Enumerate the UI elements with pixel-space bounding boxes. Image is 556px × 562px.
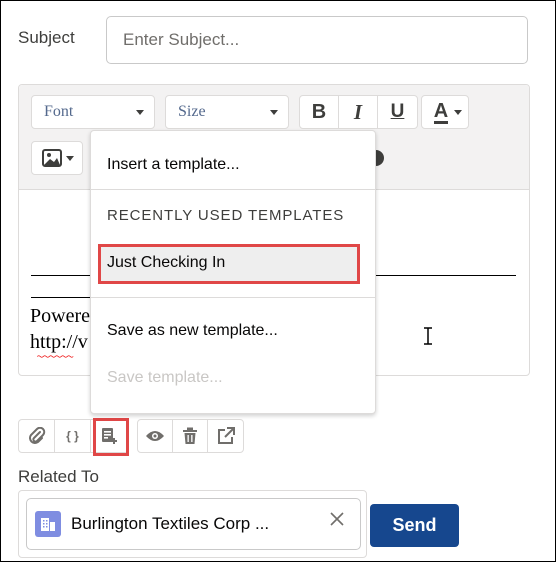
text-cursor-icon [424,327,432,345]
template-button-highlight [93,418,129,456]
related-to-label: Related To [18,467,99,486]
size-select[interactable]: Size [165,95,289,129]
italic-icon: I [353,99,363,124]
menu-divider [91,189,375,190]
close-icon[interactable] [330,512,344,526]
image-icon [42,149,62,167]
subject-placeholder: Enter Subject... [123,30,240,49]
merge-field-button[interactable]: { } [55,420,91,452]
spellcheck-underline [36,355,74,358]
size-select-label: Size [178,103,206,120]
chevron-down-icon [136,110,144,115]
text-color-icon: A [433,99,449,124]
preview-button[interactable] [138,420,174,452]
font-select[interactable]: Font [31,95,155,129]
related-record-name: Burlington Textiles Corp ... [71,514,270,533]
insert-image-button[interactable] [31,141,83,175]
merge-field-icon: { } [66,429,79,443]
bold-button[interactable]: B [300,96,339,128]
email-tools-group [137,419,244,453]
insert-template-item[interactable]: Insert a template... [107,156,240,174]
pop-out-button[interactable] [208,420,243,452]
italic-button[interactable]: I [339,96,378,128]
menu-divider [91,297,375,298]
recent-templates-header: RECENTLY USED TEMPLATES [107,207,345,224]
chevron-down-icon [66,156,74,161]
bold-icon: B [311,100,327,123]
related-record-pill[interactable]: Burlington Textiles Corp ... [26,498,361,550]
subject-input[interactable]: Enter Subject... [106,16,528,64]
powered-by-link[interactable]: http://v [30,331,88,354]
template-dropdown-menu: Insert a template... RECENTLY USED TEMPL… [90,130,376,414]
underline-icon: U [390,101,405,122]
subject-label: Subject [18,28,75,47]
trash-icon [183,427,198,444]
paperclip-icon [28,427,45,444]
powered-by-text: Powere [30,305,90,327]
underline-button[interactable]: U [378,96,417,128]
eye-icon [146,431,164,441]
save-new-template-item[interactable]: Save as new template... [107,322,278,340]
send-button-label: Send [392,515,437,535]
attach-button[interactable] [19,420,55,452]
delete-button[interactable] [173,420,209,452]
recent-template-item[interactable]: Just Checking In [107,254,225,272]
save-template-item: Save template... [107,369,223,386]
send-button[interactable]: Send [370,504,459,547]
account-icon [35,511,61,537]
font-select-label: Font [44,103,74,120]
chevron-down-icon [270,110,278,115]
format-button-group: B I U [299,95,418,129]
text-color-button[interactable]: A [421,95,469,129]
external-link-icon [217,427,235,444]
chevron-down-icon [454,110,462,115]
signature-divider-short [31,297,91,298]
